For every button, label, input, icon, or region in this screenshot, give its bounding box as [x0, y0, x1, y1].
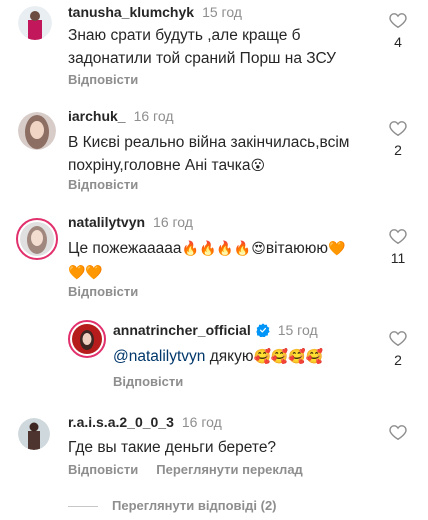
user-mention-link[interactable]: @natalilytvyn [113, 348, 205, 365]
username[interactable]: tanusha_klumchyk [68, 4, 194, 20]
username[interactable]: r.a.i.s.a.2_0_0_3 [68, 414, 174, 430]
like-button[interactable]: 4 [383, 12, 413, 50]
orange-heart-emoji-icons: 🧡🧡 [68, 265, 103, 281]
astonished-emoji-icon: 😮 [250, 158, 266, 174]
heart-icon [389, 229, 407, 244]
like-button[interactable]: 2 [383, 120, 413, 158]
user-photo-icon [72, 324, 102, 354]
reply-button[interactable]: Відповісти [68, 72, 138, 87]
heart-icon [389, 425, 407, 440]
timestamp: 16 год [133, 108, 174, 124]
timestamp: 15 год [202, 4, 242, 20]
username[interactable]: annatrincher_official [113, 322, 251, 338]
like-button[interactable] [383, 424, 413, 440]
comment-text: Це пожежааааа🔥🔥🔥🔥😍вітаююю🧡 🧡🧡 [68, 240, 346, 281]
like-count: 4 [394, 34, 402, 50]
comment-text: @natalilytvyn дякую🥰🥰🥰🥰 [113, 348, 324, 365]
comment-text: В Києві реально війна закінчилась,всім п… [68, 134, 350, 174]
username[interactable]: iarchuk_ [68, 108, 126, 124]
avatar-with-story[interactable] [16, 218, 58, 260]
user-photo-icon [18, 112, 56, 150]
reply-button[interactable]: Відповісти [68, 177, 138, 192]
comment-text: Знаю срати будуть ,але краще б задонатил… [68, 27, 337, 67]
username[interactable]: natalilytvyn [68, 214, 145, 230]
avatar-with-story[interactable] [68, 320, 106, 358]
user-photo-icon [20, 222, 54, 256]
see-translation-button[interactable]: Переглянути переклад [156, 462, 303, 477]
reply-button[interactable]: Відповісти [68, 284, 138, 299]
view-replies-button[interactable]: Переглянути відповіді (2) [68, 498, 277, 513]
verified-badge-icon [256, 323, 270, 337]
timestamp: 16 год [181, 414, 222, 430]
avatar[interactable] [18, 6, 52, 40]
heart-icon [389, 13, 407, 28]
reply-button[interactable]: Відповісти [113, 374, 183, 389]
heart-icon [389, 331, 407, 346]
heart-icon [389, 121, 407, 136]
timestamp: 15 год [277, 322, 318, 338]
avatar[interactable] [18, 418, 50, 450]
like-button[interactable]: 2 [383, 330, 413, 368]
smiling-hearts-emoji-icons: 🥰🥰🥰🥰 [253, 349, 324, 365]
like-count: 11 [390, 250, 406, 266]
reply-button[interactable]: Відповісти [68, 462, 138, 477]
timestamp: 16 год [153, 214, 193, 230]
comment-text: Где вы такие деньги берете? [68, 439, 277, 456]
user-photo-icon [18, 418, 50, 450]
divider [68, 506, 98, 508]
fire-heart-eyes-emoji-icons: 🔥🔥🔥🔥😍 [181, 241, 266, 257]
avatar[interactable] [18, 112, 56, 150]
like-button[interactable]: 11 [383, 228, 413, 266]
like-count: 2 [394, 352, 402, 368]
like-count: 2 [394, 142, 402, 158]
orange-heart-emoji-icon: 🧡 [327, 241, 346, 257]
user-photo-icon [18, 6, 52, 40]
